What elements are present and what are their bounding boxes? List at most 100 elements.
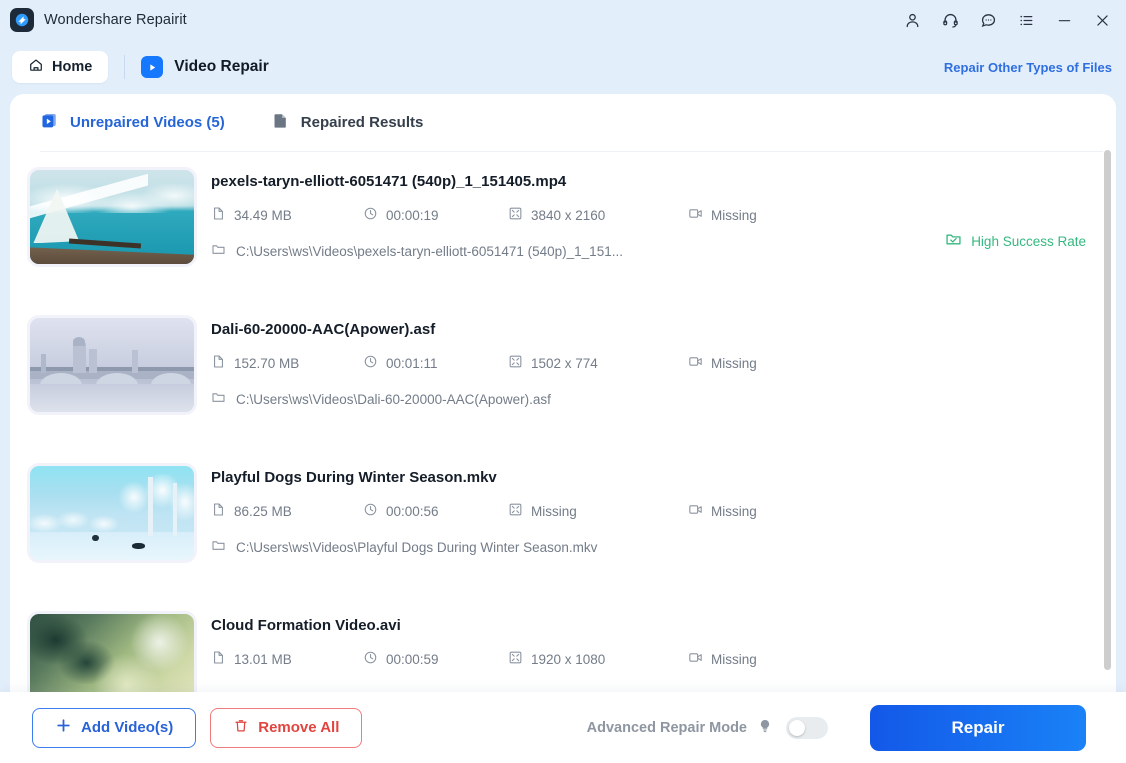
plus-icon: [55, 717, 72, 738]
video-meta: 152.70 MB 00:01:11: [211, 354, 1086, 372]
file-size-icon: [211, 650, 226, 668]
meta-size: 13.01 MB: [211, 650, 363, 668]
tab-bar: Unrepaired Videos (5) Repaired Results: [10, 94, 1116, 151]
meta-duration-value: 00:01:11: [386, 356, 438, 371]
add-videos-button[interactable]: Add Video(s): [32, 708, 196, 748]
video-thumbnail: [30, 318, 194, 412]
meta-codec-value: Missing: [711, 652, 757, 667]
video-file-icon: [40, 111, 59, 135]
success-folder-check-icon: [945, 231, 962, 251]
video-codec-icon: [688, 650, 703, 668]
meta-size-value: 86.25 MB: [234, 504, 292, 519]
video-info: Cloud Formation Video.avi 13.01 MB: [211, 614, 1086, 692]
app-title: Wondershare Repairit: [44, 12, 187, 28]
video-file-name: Cloud Formation Video.avi: [211, 617, 1086, 634]
tab-repaired-results-label: Repaired Results: [301, 114, 424, 131]
minimize-icon[interactable]: [1054, 10, 1074, 30]
resolution-icon: [508, 502, 523, 520]
video-codec-icon: [688, 502, 703, 520]
meta-codec-value: Missing: [711, 504, 757, 519]
resolution-icon: [508, 650, 523, 668]
window-controls: [902, 10, 1112, 30]
tab-repaired-results[interactable]: Repaired Results: [271, 111, 424, 135]
video-list-item[interactable]: Cloud Formation Video.avi 13.01 MB: [10, 590, 1116, 692]
repair-button[interactable]: Repair: [870, 705, 1086, 751]
status-badge-label: High Success Rate: [971, 234, 1086, 249]
meta-size: 34.49 MB: [211, 206, 363, 224]
meta-duration: 00:00:19: [363, 206, 508, 224]
tab-unrepaired-videos[interactable]: Unrepaired Videos (5): [40, 111, 225, 135]
title-bar: Wondershare Repairit: [0, 0, 1126, 40]
meta-resolution-value: Missing: [531, 504, 577, 519]
nav-bar: Home Video Repair Repair Other Types of …: [0, 40, 1126, 94]
account-icon[interactable]: [902, 10, 922, 30]
close-icon[interactable]: [1092, 10, 1112, 30]
tab-unrepaired-videos-label: Unrepaired Videos (5): [70, 114, 225, 131]
meta-codec: Missing: [688, 650, 757, 668]
video-list-item[interactable]: Dali-60-20000-AAC(Apower).asf 152.70 MB: [10, 294, 1116, 442]
meta-resolution: Missing: [508, 502, 688, 520]
video-file-name: pexels-taryn-elliott-6051471 (540p)_1_15…: [211, 173, 1086, 190]
video-path-value: C:\Users\ws\Videos\Dali-60-20000-AAC(Apo…: [236, 392, 551, 407]
meta-codec: Missing: [688, 502, 757, 520]
document-file-icon: [271, 111, 290, 135]
brand: Wondershare Repairit: [10, 8, 187, 32]
remove-all-label: Remove All: [258, 719, 339, 736]
feedback-chat-icon[interactable]: [978, 10, 998, 30]
folder-icon: [211, 390, 226, 408]
scrollbar-thumb[interactable]: [1104, 150, 1111, 670]
video-thumbnail: [30, 614, 194, 692]
video-codec-icon: [688, 206, 703, 224]
meta-duration: 00:01:11: [363, 354, 508, 372]
video-list-item[interactable]: pexels-taryn-elliott-6051471 (540p)_1_15…: [10, 146, 1116, 294]
home-button[interactable]: Home: [12, 51, 108, 83]
lightbulb-tip-icon[interactable]: [757, 718, 773, 738]
remove-all-button[interactable]: Remove All: [210, 708, 362, 748]
home-button-label: Home: [52, 59, 92, 75]
meta-size: 86.25 MB: [211, 502, 363, 520]
trash-icon: [233, 718, 249, 738]
advanced-repair-mode-toggle[interactable]: [786, 717, 828, 739]
folder-icon: [211, 538, 226, 556]
current-mode: Video Repair: [141, 56, 268, 78]
resolution-icon: [508, 354, 523, 372]
video-list: pexels-taryn-elliott-6051471 (540p)_1_15…: [10, 146, 1116, 692]
mode-label: Video Repair: [174, 58, 268, 76]
resolution-icon: [508, 206, 523, 224]
video-list-item[interactable]: Playful Dogs During Winter Season.mkv 86…: [10, 442, 1116, 590]
repair-button-label: Repair: [952, 718, 1005, 738]
meta-codec: Missing: [688, 206, 757, 224]
meta-resolution-value: 1502 x 774: [531, 356, 598, 371]
file-size-icon: [211, 502, 226, 520]
meta-codec-value: Missing: [711, 356, 757, 371]
clock-icon: [363, 206, 378, 224]
home-icon: [28, 57, 44, 77]
app-logo-icon: [10, 8, 34, 32]
video-path-value: C:\Users\ws\Videos\Playful Dogs During W…: [236, 540, 597, 555]
menu-list-icon[interactable]: [1016, 10, 1036, 30]
folder-icon: [211, 242, 226, 260]
meta-duration-value: 00:00:56: [386, 504, 439, 519]
meta-codec-value: Missing: [711, 208, 757, 223]
meta-codec: Missing: [688, 354, 757, 372]
clock-icon: [363, 502, 378, 520]
clock-icon: [363, 650, 378, 668]
repair-other-files-link[interactable]: Repair Other Types of Files: [944, 60, 1112, 75]
file-size-icon: [211, 354, 226, 372]
content-card: Unrepaired Videos (5) Repaired Results: [10, 94, 1116, 692]
meta-resolution: 1920 x 1080: [508, 650, 688, 668]
meta-duration-value: 00:00:19: [386, 208, 439, 223]
meta-size: 152.70 MB: [211, 354, 363, 372]
meta-resolution: 1502 x 774: [508, 354, 688, 372]
meta-size-value: 34.49 MB: [234, 208, 292, 223]
meta-duration-value: 00:00:59: [386, 652, 439, 667]
footer-bar: Add Video(s) Remove All Advanced Repair …: [0, 692, 1126, 763]
video-path: C:\Users\ws\Videos\Playful Dogs During W…: [211, 538, 1086, 556]
meta-duration: 00:00:56: [363, 502, 508, 520]
video-codec-icon: [688, 354, 703, 372]
video-meta: 34.49 MB 00:00:19: [211, 206, 1086, 224]
support-headset-icon[interactable]: [940, 10, 960, 30]
list-scrollbar[interactable]: [1104, 150, 1111, 674]
meta-duration: 00:00:59: [363, 650, 508, 668]
meta-resolution: 3840 x 2160: [508, 206, 688, 224]
